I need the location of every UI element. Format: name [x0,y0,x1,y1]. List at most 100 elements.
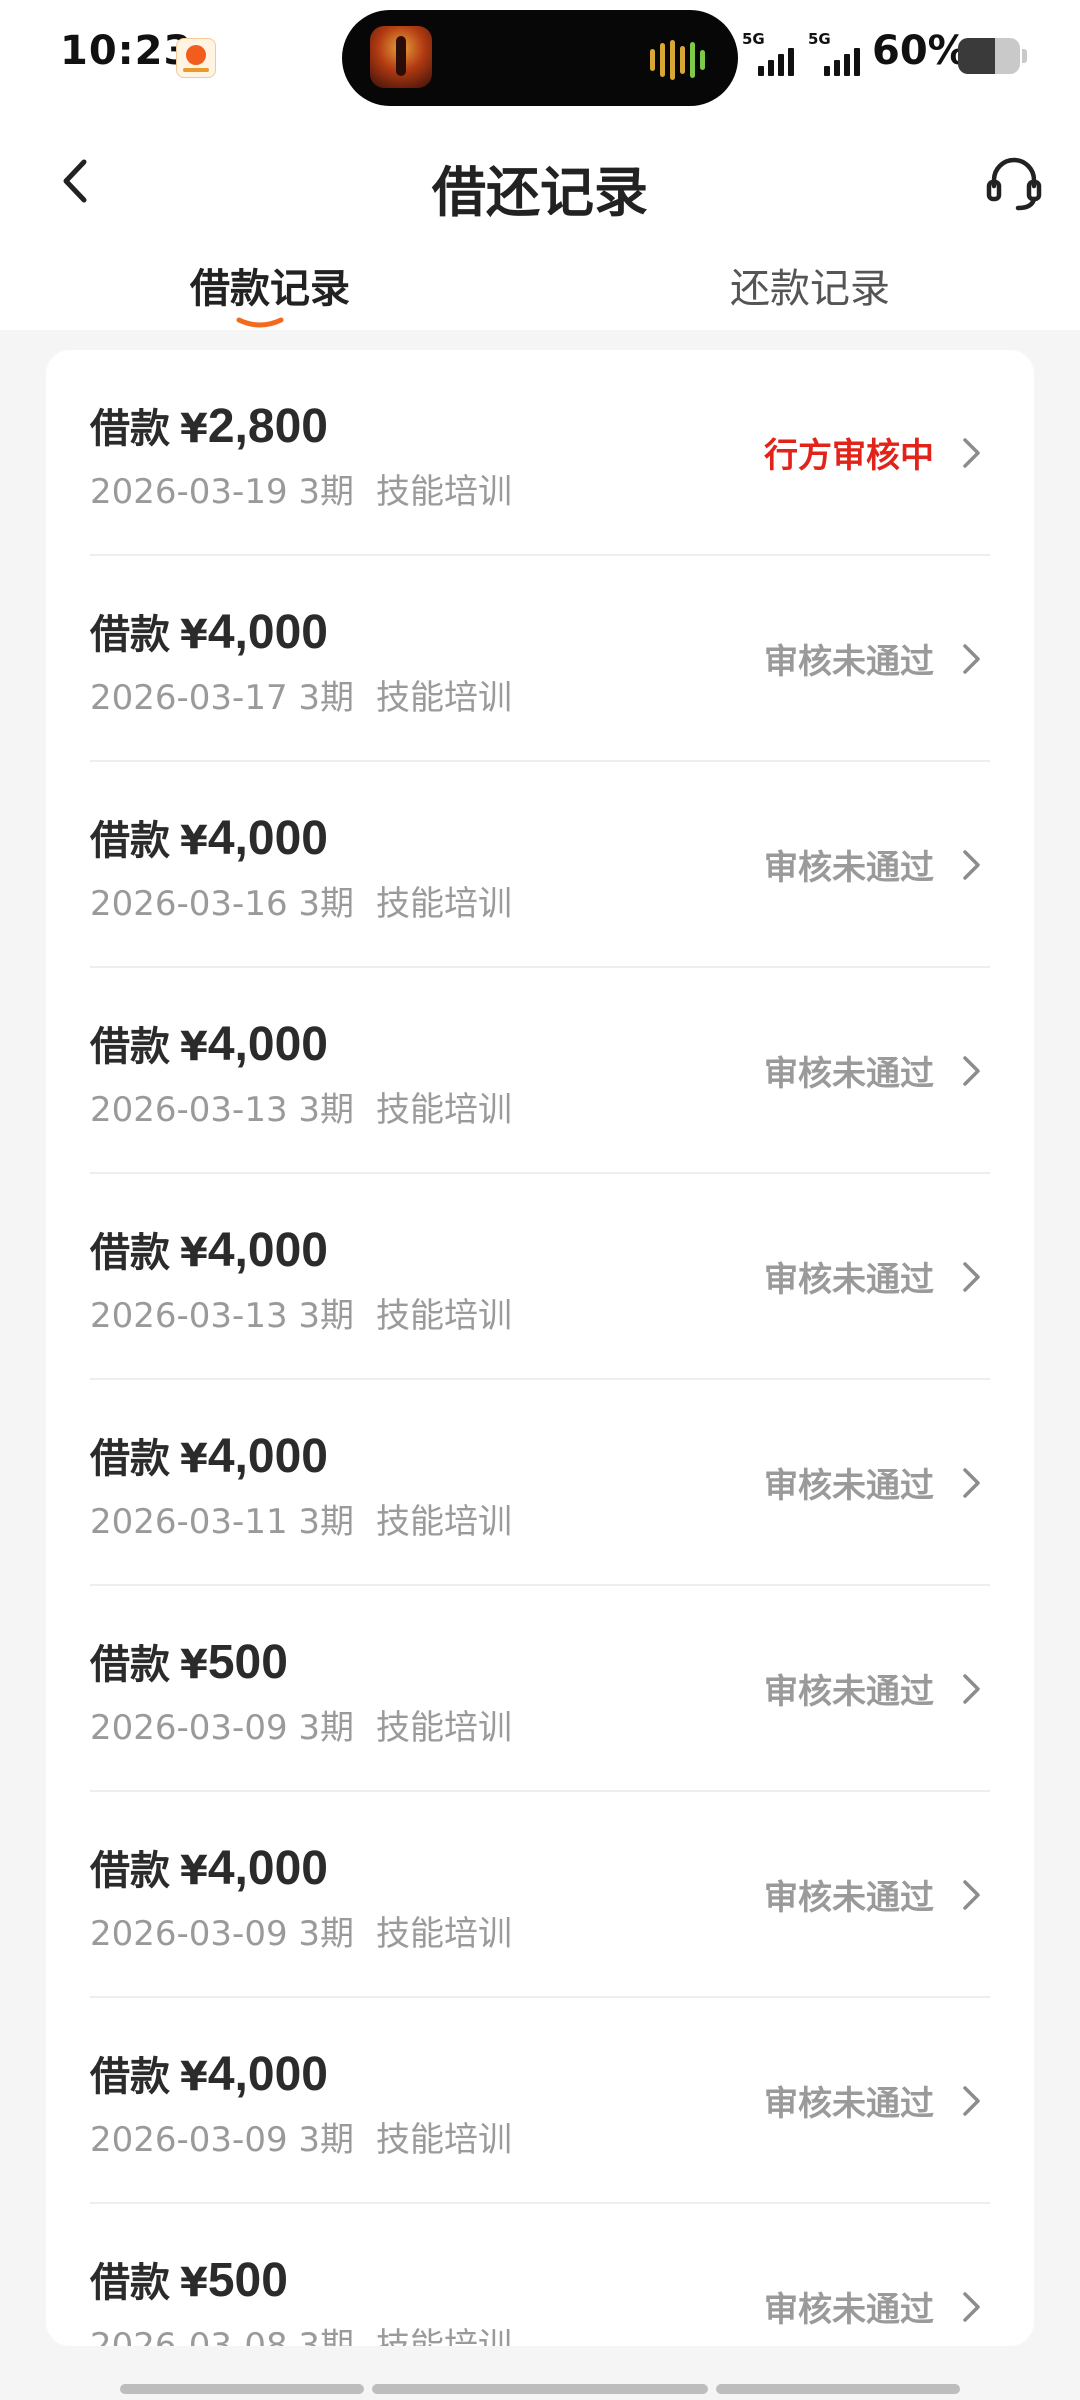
currency-symbol: ¥ [180,1642,208,1688]
battery-icon [958,38,1020,74]
loan-record-row[interactable]: 借款 ¥4,000 2026-03-09 3期 技能培训 审核未通过 [46,1792,1034,1998]
loan-term: 3期 [298,678,355,718]
loan-date: 2026-03-19 [90,472,288,512]
loan-term: 3期 [298,1090,355,1130]
amount-value: 4,000 [207,1224,328,1277]
amount-value: 500 [207,2254,288,2307]
tab-borrow-records[interactable]: 借款记录 [110,256,430,314]
currency-symbol: ¥ [180,2260,208,2306]
loan-label: 借款 [90,2260,170,2306]
currency-symbol: ¥ [180,406,208,452]
loan-meta: 2026-03-19 3期 技能培训 [90,464,512,513]
loan-label: 借款 [90,818,170,864]
currency-symbol: ¥ [180,1848,208,1894]
loan-record-row[interactable]: 借款 ¥500 2026-03-08 3期 技能培训 审核未通过 [46,2204,1034,2346]
amount-value: 4,000 [207,1430,328,1483]
page-header: 借还记录 借款记录 还款记录 [0,120,1080,330]
notification-app-icon [176,38,216,78]
loan-label: 借款 [90,2054,170,2100]
network-type-label: 5G [808,30,831,48]
battery-tip [1022,49,1027,63]
loan-meta: 2026-03-17 3期 技能培训 [90,670,512,719]
loan-purpose: 技能培训 [376,1914,513,1954]
tab-repay-records[interactable]: 还款记录 [650,256,970,314]
chevron-right-icon [963,2086,980,2116]
status-badge: 审核未通过 [764,2290,934,2330]
bottom-scroll-indicator [120,2384,960,2394]
loan-meta: 2026-03-09 3期 技能培训 [90,2112,512,2161]
status-badge: 审核未通过 [764,848,934,888]
loan-records-list[interactable]: 借款 ¥2,800 2026-03-19 3期 技能培训 行方审核中 借款 ¥4,00… [46,350,1034,2346]
loan-meta: 2026-03-11 3期 技能培训 [90,1494,512,1543]
status-bar: 10:23 5G 5G 60% [0,0,1080,120]
loan-term: 3期 [298,1914,355,1954]
loan-purpose: 技能培训 [376,1502,513,1542]
loan-label: 借款 [90,1642,170,1688]
loan-amount: 借款 ¥4,000 [90,2044,328,2102]
cellular-signal-icon: 5G [742,30,798,76]
loan-term: 3期 [298,2326,355,2346]
loan-meta: 2026-03-09 3期 技能培训 [90,1906,512,1955]
loan-label: 借款 [90,612,170,658]
currency-symbol: ¥ [180,818,208,864]
loan-amount: 借款 ¥4,000 [90,602,328,660]
loan-record-row[interactable]: 借款 ¥4,000 2026-03-09 3期 技能培训 审核未通过 [46,1998,1034,2204]
loan-record-row[interactable]: 借款 ¥4,000 2026-03-16 3期 技能培训 审核未通过 [46,762,1034,968]
dynamic-island-media[interactable] [342,10,738,106]
battery-percentage: 60% [872,28,968,74]
loan-record-row[interactable]: 借款 ¥500 2026-03-09 3期 技能培训 审核未通过 [46,1586,1034,1792]
amount-value: 4,000 [207,2048,328,2101]
chevron-right-icon [963,644,980,674]
chevron-right-icon [963,1468,980,1498]
amount-value: 4,000 [207,606,328,659]
status-badge: 审核未通过 [764,1878,934,1918]
loan-label: 借款 [90,1436,170,1482]
loan-record-row[interactable]: 借款 ¥4,000 2026-03-13 3期 技能培训 审核未通过 [46,968,1034,1174]
status-badge: 审核未通过 [764,1466,934,1506]
currency-symbol: ¥ [180,1230,208,1276]
loan-record-row[interactable]: 借款 ¥4,000 2026-03-11 3期 技能培训 审核未通过 [46,1380,1034,1586]
loan-record-row[interactable]: 借款 ¥4,000 2026-03-17 3期 技能培训 审核未通过 [46,556,1034,762]
currency-symbol: ¥ [180,1024,208,1070]
loan-purpose: 技能培训 [376,884,513,924]
loan-record-row[interactable]: 借款 ¥2,800 2026-03-19 3期 技能培训 行方审核中 [46,350,1034,556]
amount-value: 500 [207,1636,288,1689]
customer-service-button[interactable] [976,146,1052,222]
chevron-right-icon [963,1262,980,1292]
loan-date: 2026-03-16 [90,884,288,924]
status-time: 10:23 [60,28,193,74]
amount-value: 4,000 [207,1842,328,1895]
loan-date: 2026-03-09 [90,1914,288,1954]
chevron-right-icon [963,1880,980,1910]
chevron-right-icon [963,2292,980,2322]
loan-date: 2026-03-13 [90,1090,288,1130]
status-badge: 审核未通过 [764,2084,934,2124]
headset-icon [986,157,1042,211]
loan-record-row[interactable]: 借款 ¥4,000 2026-03-13 3期 技能培训 审核未通过 [46,1174,1034,1380]
media-artwork-icon [370,26,432,88]
loan-term: 3期 [298,1708,355,1748]
loan-purpose: 技能培训 [376,1296,513,1336]
loan-amount: 借款 ¥4,000 [90,1426,328,1484]
chevron-right-icon [963,1674,980,1704]
loan-meta: 2026-03-13 3期 技能培训 [90,1288,512,1337]
currency-symbol: ¥ [180,1436,208,1482]
back-button[interactable] [40,146,110,216]
loan-amount: 借款 ¥500 [90,1632,288,1690]
chevron-right-icon [963,850,980,880]
audio-waveform-icon [650,40,710,80]
loan-meta: 2026-03-13 3期 技能培训 [90,1082,512,1131]
loan-date: 2026-03-08 [90,2326,288,2346]
currency-symbol: ¥ [180,2054,208,2100]
loan-purpose: 技能培训 [376,1090,513,1130]
loan-term: 3期 [298,472,355,512]
loan-term: 3期 [298,2120,355,2160]
status-badge: 行方审核中 [764,436,934,476]
loan-meta: 2026-03-16 3期 技能培训 [90,876,512,925]
loan-date: 2026-03-11 [90,1502,288,1542]
cellular-signal-icon: 5G [808,30,864,76]
loan-purpose: 技能培训 [376,472,513,512]
notification-app-icon-dot [186,45,206,65]
status-badge: 审核未通过 [764,642,934,682]
page-title: 借还记录 [432,161,648,224]
